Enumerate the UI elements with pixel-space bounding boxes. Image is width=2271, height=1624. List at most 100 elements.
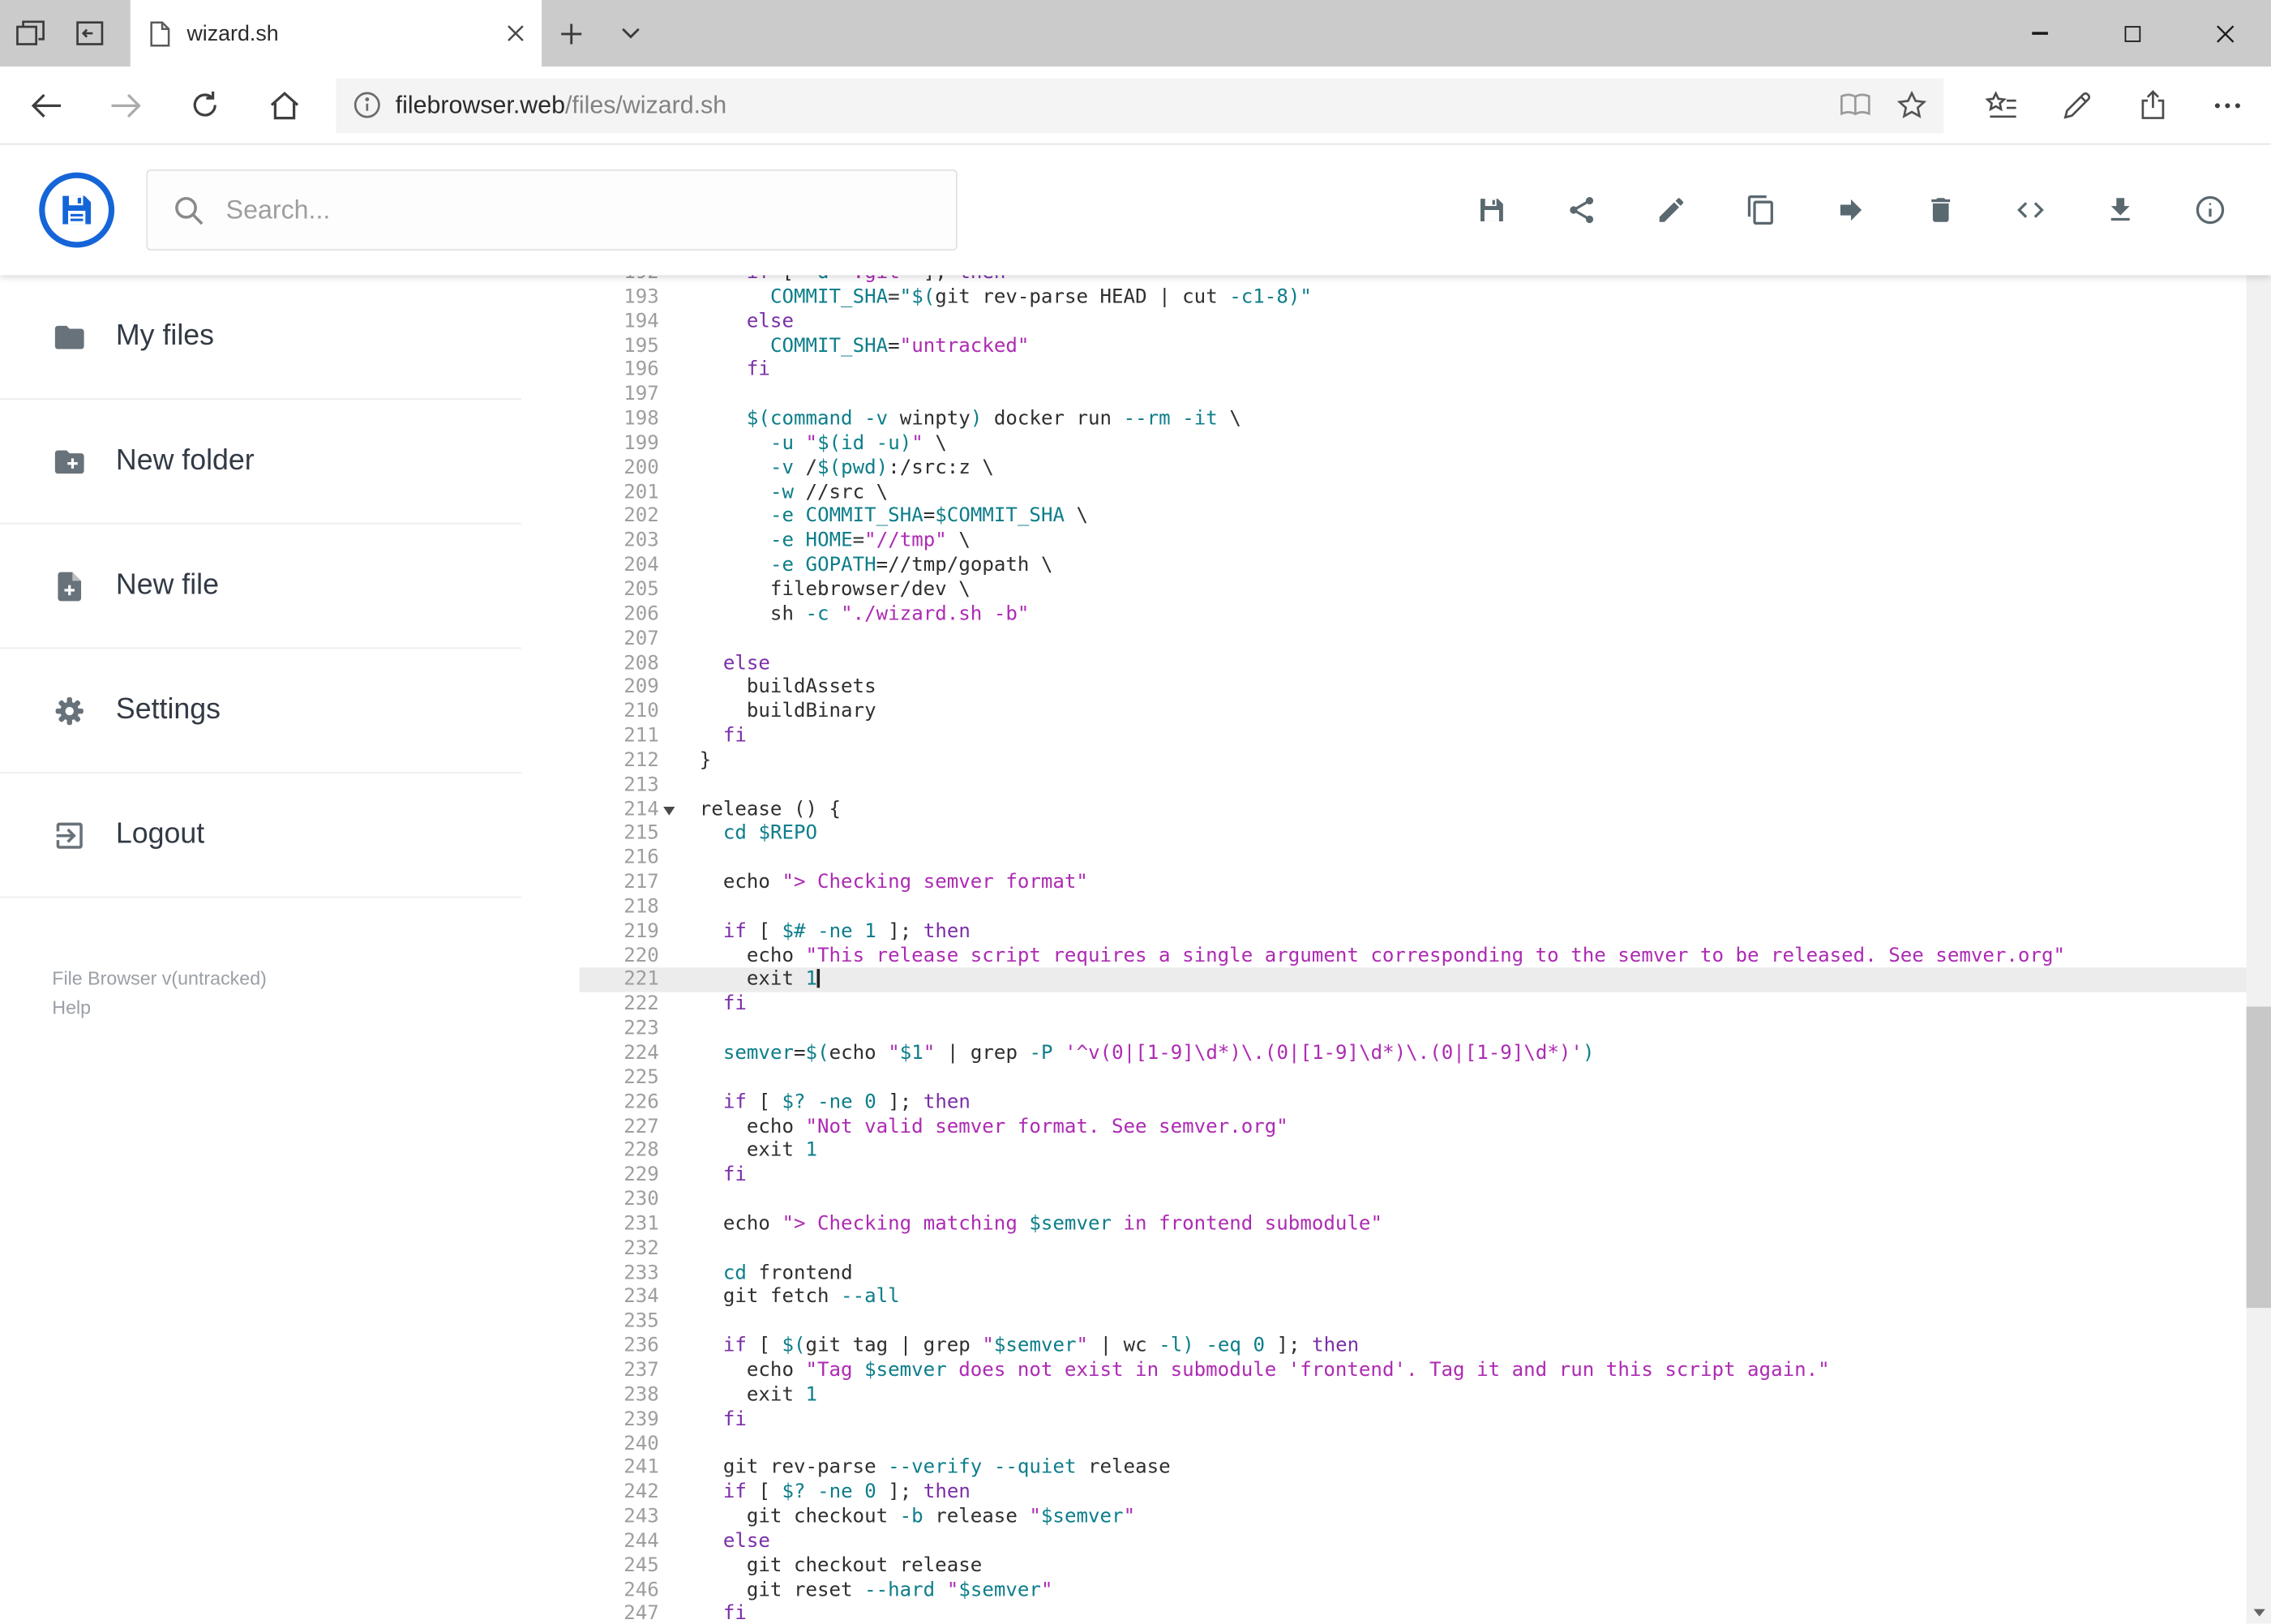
scrollbar-thumb[interactable]: [2246, 1006, 2271, 1309]
share-icon[interactable]: [2115, 66, 2190, 144]
code-row[interactable]: 202 -e COMMIT_SHA=$COMMIT_SHA \: [580, 504, 2247, 529]
code-row[interactable]: 194 else: [580, 310, 2247, 334]
code-row[interactable]: 244 else: [580, 1529, 2247, 1553]
code-row[interactable]: 209 buildAssets: [580, 675, 2247, 700]
sidebar-item-new-file[interactable]: New file: [0, 525, 522, 649]
code-row[interactable]: 201 -w //src \: [580, 480, 2247, 504]
code-row[interactable]: 218: [580, 895, 2247, 919]
code-row[interactable]: 237 echo "Tag $semver does not exist in …: [580, 1359, 2247, 1383]
code-row[interactable]: 243 git checkout -b release "$semver": [580, 1505, 2247, 1529]
code-row[interactable]: 213: [580, 773, 2247, 797]
code-row[interactable]: 242 if [ $? -ne 0 ]; then: [580, 1480, 2247, 1505]
code-row[interactable]: 239 fi: [580, 1408, 2247, 1432]
sidebar-item-settings[interactable]: Settings: [0, 649, 522, 773]
code-row[interactable]: 224 semver=$(echo "$1" | grep -P '^v(0|[…: [580, 1041, 2247, 1065]
tab-preview-chevron-icon[interactable]: [601, 0, 660, 66]
rename-button[interactable]: [1654, 193, 1689, 228]
code-row[interactable]: 204 -e GOPATH=//tmp/gopath \: [580, 554, 2247, 578]
tabs-preview-icon[interactable]: [59, 0, 118, 66]
filebrowser-logo[interactable]: [39, 172, 115, 248]
code-row[interactable]: 222 fi: [580, 992, 2247, 1017]
code-row[interactable]: 235: [580, 1309, 2247, 1334]
code-row[interactable]: 229 fi: [580, 1163, 2247, 1188]
code-row[interactable]: 203 -e HOME="//tmp" \: [580, 529, 2247, 554]
code-row[interactable]: 225: [580, 1065, 2247, 1090]
new-tab-button[interactable]: [542, 0, 601, 66]
code-row[interactable]: 227 echo "Not valid semver format. See s…: [580, 1115, 2247, 1139]
code-row[interactable]: 196 fi: [580, 358, 2247, 383]
code-row[interactable]: 214 release () {: [580, 797, 2247, 821]
tab-wizard-sh[interactable]: wizard.sh: [130, 0, 542, 67]
home-button[interactable]: [245, 66, 324, 144]
code-row[interactable]: 205 filebrowser/dev \: [580, 578, 2247, 602]
code-row[interactable]: 228 exit 1: [580, 1139, 2247, 1163]
site-info-icon[interactable]: [354, 92, 381, 119]
code-row[interactable]: 241 git rev-parse --verify --quiet relea…: [580, 1456, 2247, 1480]
ink-pen-icon[interactable]: [2039, 66, 2115, 144]
code-row[interactable]: 233 cd frontend: [580, 1261, 2247, 1285]
copy-button[interactable]: [1744, 193, 1779, 228]
code-row[interactable]: 195 COMMIT_SHA="untracked": [580, 334, 2247, 358]
more-options-icon[interactable]: [2190, 66, 2265, 144]
code-row[interactable]: 240: [580, 1432, 2247, 1456]
code-row[interactable]: 215 cd $REPO: [580, 822, 2247, 846]
raw-code-button[interactable]: [2013, 193, 2048, 228]
forward-button[interactable]: [85, 66, 165, 144]
search-input[interactable]: [225, 195, 930, 225]
code-row[interactable]: 234 git fetch --all: [580, 1285, 2247, 1309]
code-row[interactable]: 236 if [ $(git tag | grep "$semver" | wc…: [580, 1334, 2247, 1358]
reading-view-icon[interactable]: [1840, 92, 1871, 117]
vertical-scrollbar[interactable]: [2246, 144, 2271, 1624]
code-row[interactable]: 247 fi: [580, 1602, 2247, 1623]
sidebar-item-logout[interactable]: Logout: [0, 773, 522, 898]
minimize-button[interactable]: [1993, 0, 2085, 66]
delete-button[interactable]: [1923, 193, 1958, 228]
scroll-down-arrow[interactable]: [2247, 1600, 2271, 1624]
set-tabs-aside-icon[interactable]: [0, 0, 59, 66]
sidebar-item-my-files[interactable]: My files: [0, 275, 522, 401]
code-row[interactable]: 192 if [ -d ".git" ]; then: [580, 275, 2247, 285]
back-button[interactable]: [6, 66, 85, 144]
tab-close-icon[interactable]: [507, 24, 524, 41]
code-row[interactable]: 200 -v /$(pwd):/src:z \: [580, 456, 2247, 480]
help-link[interactable]: Help: [52, 993, 579, 1022]
search-box[interactable]: [146, 169, 958, 251]
code-row[interactable]: 219 if [ $# -ne 1 ]; then: [580, 919, 2247, 944]
code-row[interactable]: 238 exit 1: [580, 1383, 2247, 1408]
info-button[interactable]: [2193, 193, 2228, 228]
code-row[interactable]: 230: [580, 1188, 2247, 1212]
code-row[interactable]: 216: [580, 846, 2247, 871]
code-row[interactable]: 226 if [ $? -ne 0 ]; then: [580, 1091, 2247, 1115]
save-button[interactable]: [1475, 193, 1510, 228]
code-row[interactable]: 206 sh -c "./wizard.sh -b": [580, 602, 2247, 627]
sidebar-item-new-folder[interactable]: New folder: [0, 400, 522, 525]
close-button[interactable]: [2179, 0, 2271, 66]
code-row[interactable]: 220 echo "This release script requires a…: [580, 944, 2247, 968]
address-bar[interactable]: filebrowser.web/files/wizard.sh: [336, 77, 1944, 133]
code-row[interactable]: 212}: [580, 748, 2247, 773]
code-row[interactable]: 199 -u "$(id -u)" \: [580, 431, 2247, 456]
code-row[interactable]: 223: [580, 1017, 2247, 1041]
code-row[interactable]: 232: [580, 1236, 2247, 1261]
code-row[interactable]: 246 git reset --hard "$semver": [580, 1578, 2247, 1602]
code-row[interactable]: 211 fi: [580, 724, 2247, 748]
code-row[interactable]: 221 exit 1: [579, 968, 2247, 993]
code-row[interactable]: 245 git checkout release: [580, 1553, 2247, 1578]
code-row[interactable]: 208 else: [580, 651, 2247, 675]
code-row[interactable]: 193 COMMIT_SHA="$(git rev-parse HEAD | c…: [580, 285, 2247, 310]
download-button[interactable]: [2103, 193, 2138, 228]
share-button[interactable]: [1564, 193, 1599, 228]
move-button[interactable]: [1834, 193, 1869, 228]
code-row[interactable]: 217 echo "> Checking semver format": [580, 871, 2247, 895]
code-row[interactable]: 210 buildBinary: [580, 700, 2247, 724]
editor[interactable]: 192 if [ -d ".git" ]; then193 COMMIT_SHA…: [579, 275, 2247, 1624]
code-row[interactable]: 207: [580, 627, 2247, 651]
favorites-hub-icon[interactable]: [1964, 66, 2039, 144]
code-row[interactable]: 231 echo "> Checking matching $semver in…: [580, 1212, 2247, 1236]
maximize-button[interactable]: [2085, 0, 2178, 66]
favorite-star-icon[interactable]: [1897, 91, 1926, 119]
code-row[interactable]: 197: [580, 383, 2247, 407]
refresh-button[interactable]: [165, 66, 245, 144]
code-row[interactable]: 198 $(command -v winpty) docker run --rm…: [580, 407, 2247, 431]
fold-marker-icon[interactable]: [659, 797, 678, 821]
